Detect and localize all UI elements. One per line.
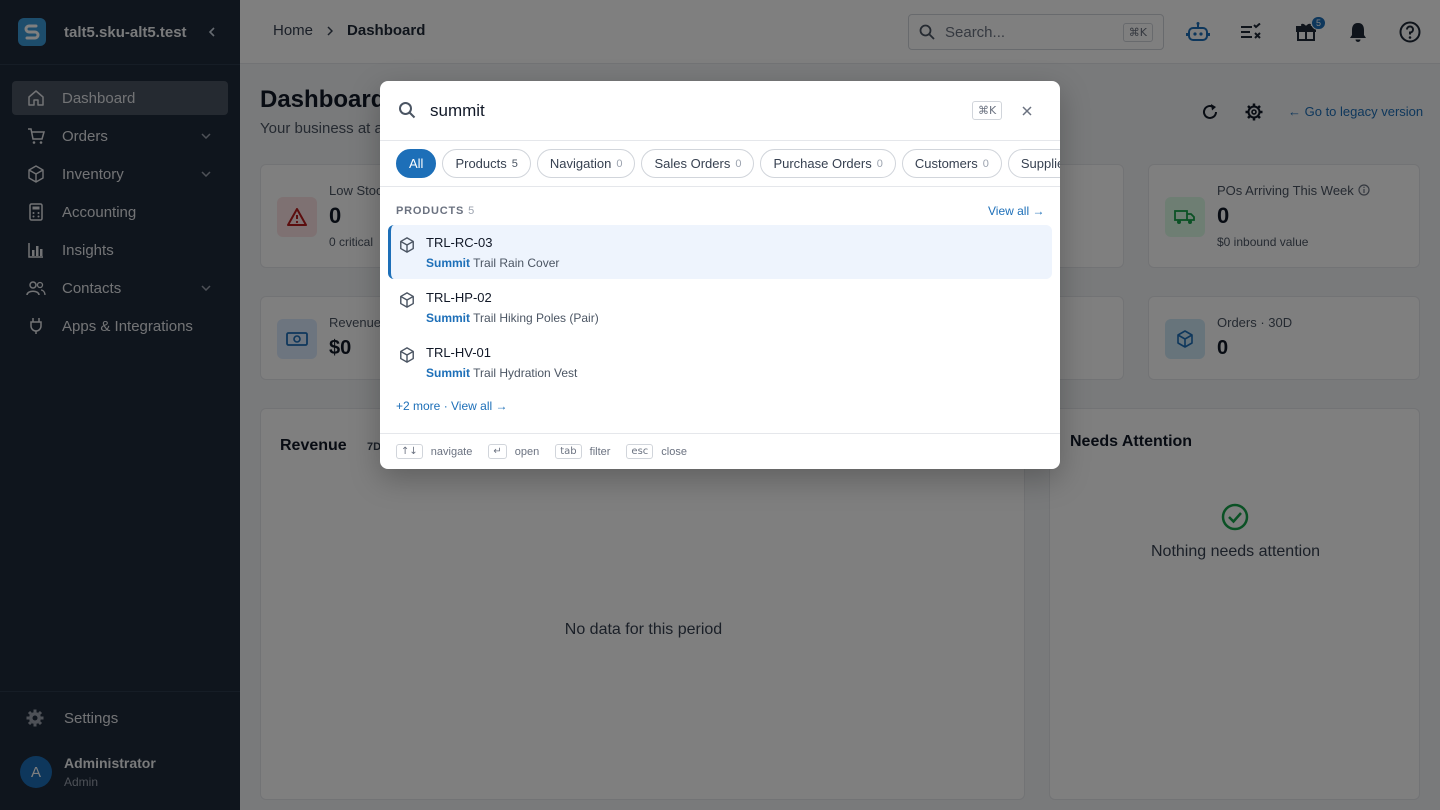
- filter-chip-navigation[interactable]: Navigation 0: [536, 149, 636, 178]
- more-results-link[interactable]: +2 more · View all →: [396, 399, 508, 413]
- result-name: Summit Trail Hydration Vest: [426, 366, 577, 380]
- hint-open: ↵ open: [488, 444, 539, 459]
- result-item[interactable]: TRL-HV-01 Summit Trail Hydration Vest: [388, 335, 1052, 389]
- search-icon: [398, 101, 416, 119]
- hint-close: esc close: [626, 444, 687, 459]
- hint-key: ↵: [488, 444, 507, 459]
- filter-chip-count: 0: [616, 157, 623, 170]
- filter-chip-label: Customers: [914, 156, 978, 171]
- filter-chip-label: Navigation: [549, 156, 612, 171]
- hint-navigate: ↑↓ navigate: [396, 444, 472, 459]
- filter-chip-label: Products: [455, 156, 507, 171]
- result-item[interactable]: TRL-HP-02 Summit Trail Hiking Poles (Pai…: [388, 280, 1052, 334]
- result-sku: TRL-HV-01: [426, 345, 492, 360]
- filter-chip-label: Suppliers: [1020, 156, 1060, 171]
- result-sku: TRL-HP-02: [426, 290, 492, 305]
- filter-chip-products[interactable]: Products 5: [442, 149, 531, 178]
- result-name-rest: Trail Rain Cover: [470, 256, 560, 270]
- group-view-all-link[interactable]: View all →: [988, 204, 1044, 218]
- result-sku: TRL-RC-03: [426, 235, 493, 250]
- group-count: 5: [468, 205, 476, 217]
- hint-key: esc: [626, 444, 654, 459]
- result-match-highlight: Summit: [426, 366, 471, 380]
- filter-chip-suppliers[interactable]: Suppliers0: [1007, 149, 1060, 178]
- palette-divider: [380, 186, 1060, 187]
- result-name-rest: Trail Hydration Vest: [470, 366, 578, 380]
- result-name-rest: Trail Hiking Poles (Pair): [470, 311, 599, 325]
- hint-filter: tab filter: [555, 444, 610, 459]
- filter-chip-count: 0: [735, 157, 742, 170]
- close-icon[interactable]: [1018, 102, 1036, 120]
- hint-label: filter: [589, 445, 611, 458]
- result-item[interactable]: TRL-RC-03 Summit Trail Rain Cover: [388, 225, 1052, 279]
- palette-search-input[interactable]: [430, 99, 950, 123]
- filter-chip-label: All: [409, 156, 424, 171]
- result-name: Summit Trail Hiking Poles (Pair): [426, 311, 599, 325]
- product-box-icon: [399, 237, 415, 253]
- filter-chip-count: 0: [876, 157, 883, 170]
- group-label: PRODUCTS: [396, 205, 465, 217]
- filter-chip-customers[interactable]: Customers 0: [901, 149, 1002, 178]
- results-group-header: PRODUCTS 5: [396, 205, 475, 217]
- palette-footer: ↑↓ navigate ↵ open tab filter esc close: [380, 433, 1060, 469]
- filter-chips: All Products 5 Navigation 0 Sales Orders 0 …: [396, 149, 1060, 178]
- filter-chip-label: Sales Orders: [654, 156, 731, 171]
- result-name: Summit Trail Rain Cover: [426, 256, 559, 270]
- filter-chip-sales-orders[interactable]: Sales Orders 0: [641, 149, 755, 178]
- filter-chip-count: 0: [982, 157, 989, 170]
- filter-chip-all[interactable]: All: [396, 149, 437, 178]
- hint-key: tab: [555, 444, 582, 459]
- product-box-icon: [399, 292, 415, 308]
- product-box-icon: [399, 347, 415, 363]
- hint-key: ↑↓: [396, 444, 423, 459]
- palette-search-bar: ⌘K: [380, 81, 1060, 141]
- hint-label: open: [514, 445, 540, 458]
- hint-label: close: [661, 445, 687, 458]
- result-match-highlight: Summit: [426, 256, 471, 270]
- filter-chip-label: Purchase Orders: [773, 156, 872, 171]
- filter-chip-count: 5: [511, 157, 518, 170]
- palette-shortcut: ⌘K: [972, 101, 1003, 120]
- result-match-highlight: Summit: [426, 311, 471, 325]
- filter-chip-purchase-orders[interactable]: Purchase Orders 0: [760, 149, 896, 178]
- hint-label: navigate: [430, 445, 473, 458]
- search-palette: ⌘K All Products 5 Navigation 0 Sales Order…: [380, 81, 1060, 469]
